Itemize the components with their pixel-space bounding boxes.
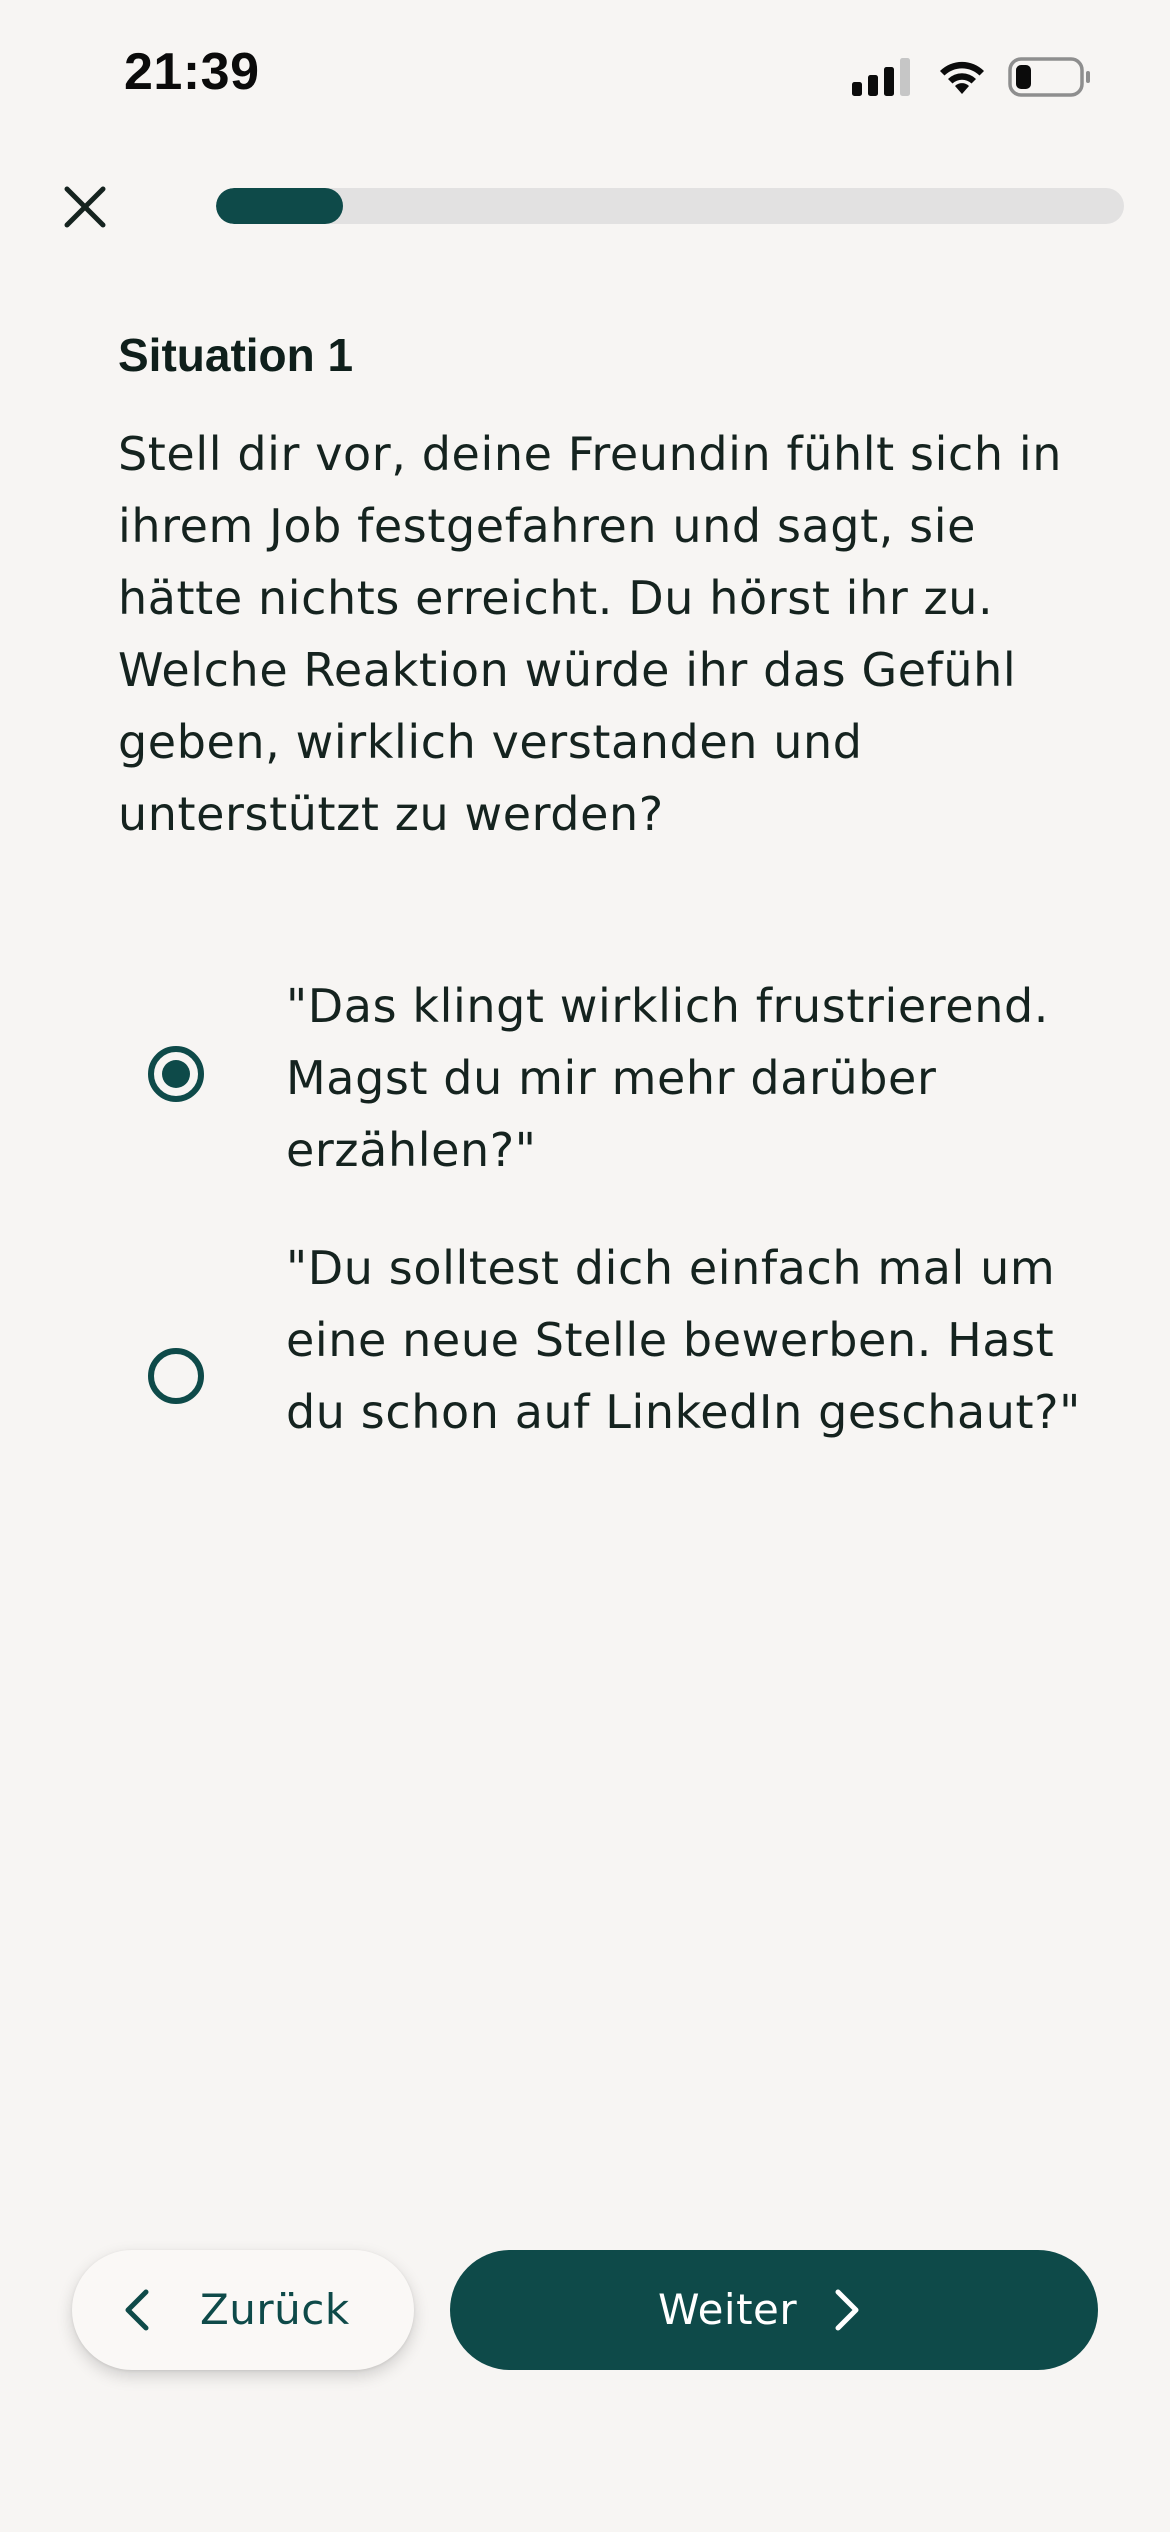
situation-title: Situation 1: [118, 329, 354, 381]
wifi-icon: [940, 61, 984, 94]
back-button-label: Zurück: [200, 2285, 350, 2334]
radio-button[interactable]: [148, 1046, 204, 1102]
status-bar: 21:39: [0, 0, 1170, 150]
answer-option-text: "Du solltest dich einfach mal um eine ne…: [286, 1241, 1081, 1439]
back-button[interactable]: Zurück: [72, 2250, 414, 2370]
radio-button[interactable]: [148, 1348, 204, 1404]
close-icon: [64, 186, 106, 228]
answer-option-text: "Das klingt wirklich frustrierend. Magst…: [286, 979, 1049, 1177]
close-button[interactable]: [50, 172, 120, 242]
question-text: Stell dir vor, deine Freundin fühlt sich…: [118, 427, 1062, 841]
battery-icon: [1008, 57, 1090, 97]
radio-selected-dot: [162, 1060, 190, 1088]
next-button[interactable]: Weiter: [450, 2250, 1098, 2370]
next-button-label: Weiter: [658, 2285, 798, 2334]
progress-bar: [216, 188, 1124, 224]
cellular-signal-icon: [852, 58, 910, 96]
status-time: 21:39: [124, 43, 260, 101]
chevron-right-icon: [835, 2289, 859, 2331]
chevron-left-icon: [125, 2289, 149, 2331]
progress-fill: [216, 188, 344, 224]
